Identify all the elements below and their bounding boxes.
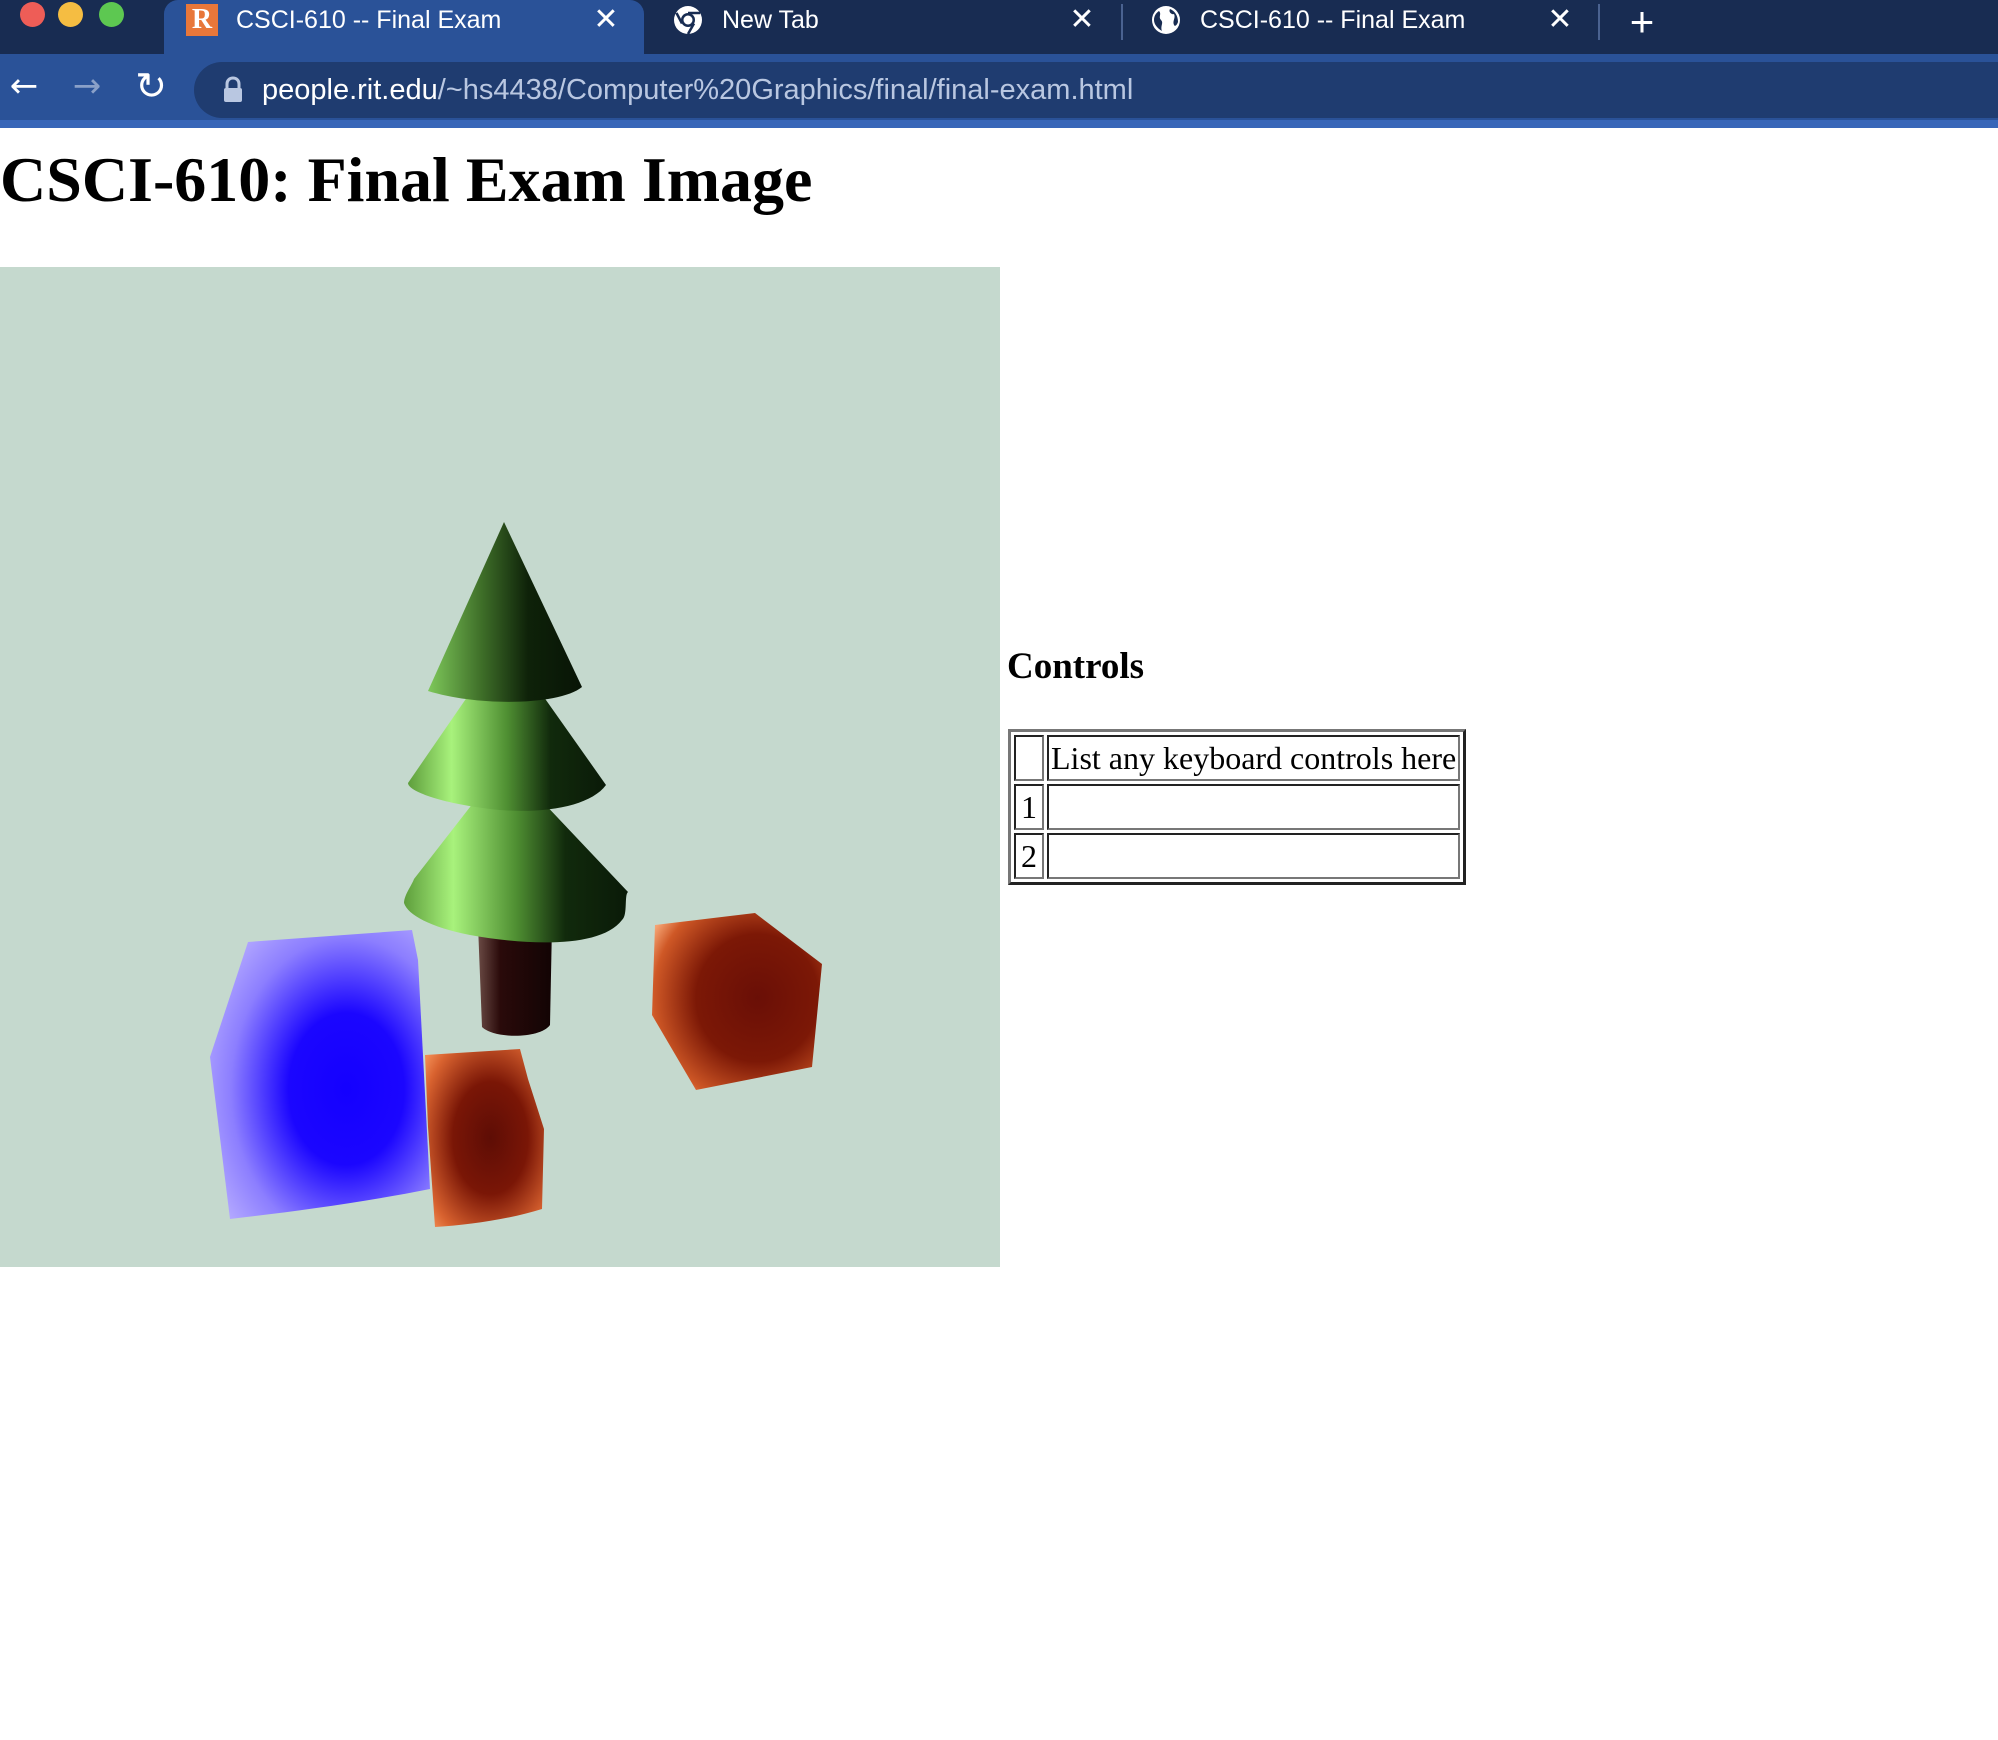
table-row: 2 <box>1014 833 1461 879</box>
controls-heading: Controls <box>1007 646 1145 687</box>
tab-strip: R CSCI-610 -- Final Exam ✕ New Tab ✕ CSC… <box>0 0 1998 54</box>
url-text[interactable]: people.rit.edu/~hs4438/Computer%20Graphi… <box>262 62 1133 118</box>
close-tab-icon[interactable]: ✕ <box>1544 4 1576 36</box>
orange-cube-right <box>652 913 822 1090</box>
page-title: CSCI-610: Final Exam Image <box>0 144 813 215</box>
globe-icon <box>1152 6 1180 34</box>
table-cell-num: 1 <box>1014 784 1044 830</box>
new-tab-button[interactable]: + <box>1622 1 1662 43</box>
orange-cube-front <box>425 1049 544 1227</box>
blue-cube <box>210 930 430 1219</box>
close-tab-icon[interactable]: ✕ <box>590 4 622 36</box>
window-close-button[interactable] <box>20 2 45 27</box>
controls-table: List any keyboard controls here 1 2 <box>1008 729 1467 885</box>
url-host: people.rit.edu <box>262 74 438 106</box>
browser-chrome: R CSCI-610 -- Final Exam ✕ New Tab ✕ CSC… <box>0 0 1998 128</box>
tab-title: CSCI-610 -- Final Exam <box>236 6 502 34</box>
tab-title: New Tab <box>722 6 819 34</box>
table-header-cell: List any keyboard controls here <box>1047 735 1461 781</box>
back-button[interactable]: ← <box>4 66 44 106</box>
forward-button[interactable]: → <box>67 66 107 106</box>
table-header-row: List any keyboard controls here <box>1014 735 1461 781</box>
tab-active-final-exam[interactable]: R CSCI-610 -- Final Exam ✕ <box>164 0 644 54</box>
table-cell-num: 2 <box>1014 833 1044 879</box>
chrome-icon <box>674 6 702 35</box>
table-cell-desc <box>1047 784 1461 830</box>
tab-final-exam-2[interactable]: CSCI-610 -- Final Exam ✕ <box>1128 0 1598 54</box>
rendered-scene <box>210 522 822 1227</box>
window-maximize-button[interactable] <box>99 2 124 27</box>
tab-separator <box>1121 4 1123 40</box>
rit-r-icon: R <box>186 4 218 36</box>
close-tab-icon[interactable]: ✕ <box>1066 4 1098 36</box>
tree-cone-top <box>428 522 582 702</box>
table-cell-desc <box>1047 833 1461 879</box>
toolbar-divider <box>0 120 1998 128</box>
window-minimize-button[interactable] <box>58 2 83 27</box>
table-row: 1 <box>1014 784 1461 830</box>
tab-new-tab[interactable]: New Tab ✕ <box>650 0 1120 54</box>
lock-icon <box>224 76 242 102</box>
reload-button[interactable]: ↻ <box>131 66 171 106</box>
tab-title: CSCI-610 -- Final Exam <box>1200 6 1466 34</box>
address-bar[interactable]: people.rit.edu/~hs4438/Computer%20Graphi… <box>194 62 1998 118</box>
table-cell <box>1014 735 1044 781</box>
webgl-canvas[interactable] <box>0 267 1000 1267</box>
url-path: /~hs4438/Computer%20Graphics/final/final… <box>437 74 1134 106</box>
tab-separator <box>1598 4 1600 40</box>
